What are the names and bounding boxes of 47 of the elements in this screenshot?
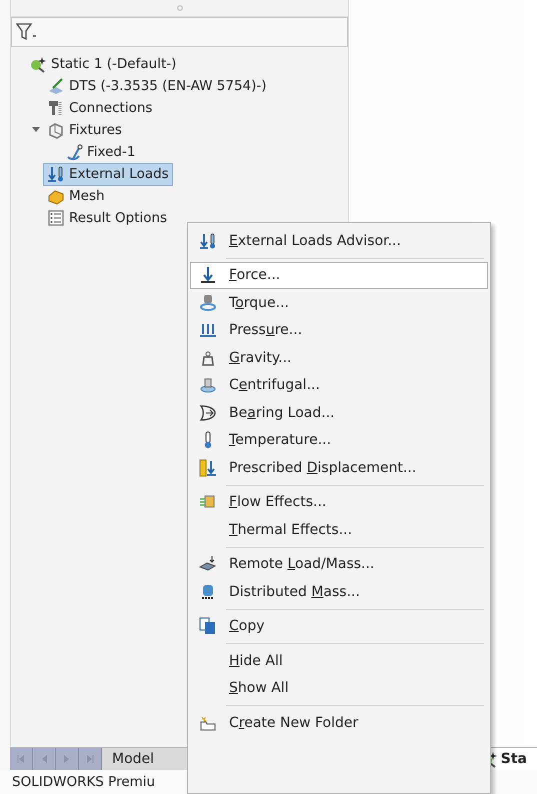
menu-item[interactable]: Temperature... <box>190 426 488 454</box>
menu-item[interactable]: Prescribed Displacement... <box>190 454 488 482</box>
bottom-tab[interactable]: Model <box>102 748 164 770</box>
menu-item[interactable]: Bearing Load... <box>190 399 488 426</box>
anchor-icon <box>65 143 83 161</box>
menu-item[interactable]: Gravity... <box>190 344 488 372</box>
spin-icon <box>199 376 217 394</box>
menu-item[interactable]: Hide All <box>190 647 488 674</box>
study-icon <box>29 55 47 73</box>
menu-item[interactable]: Force... <box>190 262 488 289</box>
menu-item[interactable]: Show All <box>190 674 488 702</box>
menu-item[interactable]: Remote Load/Mass... <box>190 550 488 578</box>
tree-item[interactable]: Mesh <box>43 184 109 208</box>
ruler-arrow-icon <box>199 458 217 477</box>
menu-item[interactable]: Flow Effects... <box>190 488 488 516</box>
arrow-thermometer-icon <box>47 165 65 183</box>
pressure-arrows-icon <box>199 321 217 340</box>
back-icon[interactable] <box>16 754 26 764</box>
bearing-icon <box>199 404 217 422</box>
filter-icon[interactable] <box>16 22 38 42</box>
tree-item[interactable]: Connections <box>43 96 156 120</box>
torque-icon <box>199 294 217 312</box>
menu-item[interactable]: Torque... <box>190 289 488 316</box>
menu-item[interactable]: Create New Folder <box>190 709 488 736</box>
expand-icon[interactable] <box>32 127 40 133</box>
arrow-thermometer-icon <box>199 232 217 250</box>
remote-load-icon <box>199 555 217 574</box>
tree-item[interactable]: Fixed-1 <box>61 140 140 164</box>
menu-item[interactable]: Centrifugal... <box>190 372 488 399</box>
tree-item[interactable]: DTS (-3.3535 (EN-AW 5754)-) <box>43 74 271 98</box>
part-icon <box>47 77 65 95</box>
tree-item[interactable]: External Loads <box>43 162 173 186</box>
menu-item[interactable]: Thermal Effects... <box>190 516 488 544</box>
menu-item[interactable]: Copy <box>190 612 488 640</box>
copy-icon <box>199 617 217 636</box>
force-arrow-icon <box>199 266 217 284</box>
menu-item[interactable]: Pressure... <box>190 316 488 344</box>
menu-item[interactable]: Distributed Mass... <box>190 578 488 606</box>
tree-item[interactable]: Static 1 (-Default-) <box>25 52 180 76</box>
tree-item[interactable]: Fixtures <box>43 118 126 142</box>
menu-item[interactable]: External Loads Advisor... <box>190 227 488 254</box>
list-icon <box>47 209 65 227</box>
forward-icon[interactable] <box>85 754 95 764</box>
tree-item[interactable]: Result Options <box>43 206 172 230</box>
grip-icon[interactable] <box>176 5 182 11</box>
block-icon <box>47 121 65 139</box>
weight-icon <box>199 348 217 367</box>
